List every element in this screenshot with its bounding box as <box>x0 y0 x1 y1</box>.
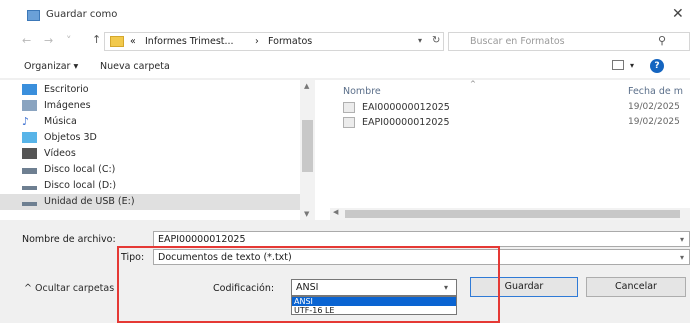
usb-drive-icon <box>22 202 37 206</box>
save-button[interactable]: Guardar <box>470 277 578 297</box>
breadcrumb-informes[interactable]: Informes Trimest... <box>145 36 234 47</box>
sidebar-item-videos[interactable]: Vídeos <box>0 146 300 162</box>
scroll-up-icon[interactable]: ▲ <box>304 82 309 90</box>
view-options-icon[interactable] <box>612 60 624 70</box>
column-header-date[interactable]: Fecha de m <box>628 86 683 97</box>
sidebar-item-label: Disco local (C:) <box>44 164 116 175</box>
search-icon[interactable]: ⚲ <box>658 34 666 47</box>
sidebar-item-label: Escritorio <box>44 84 89 95</box>
address-chevron-icon[interactable]: ▾ <box>418 36 422 45</box>
sidebar-item-label: Disco local (D:) <box>44 180 117 191</box>
sidebar-item-desktop[interactable]: Escritorio <box>0 82 300 98</box>
sidebar-item-music[interactable]: ♪ Música <box>0 114 300 130</box>
filename-chevron-icon[interactable]: ▾ <box>680 235 684 244</box>
scroll-down-icon[interactable]: ▼ <box>304 210 309 218</box>
encoding-option-ansi[interactable]: ANSI <box>292 297 456 306</box>
organize-button[interactable]: Organizar ▾ <box>24 61 78 72</box>
sidebar-item-label: Música <box>44 116 77 127</box>
file-type-chevron-icon[interactable]: ▾ <box>680 253 684 262</box>
new-folder-button[interactable]: Nueva carpeta <box>100 61 170 72</box>
file-list-hscrollbar-thumb[interactable] <box>345 210 680 218</box>
sort-ascending-icon: ^ <box>470 80 476 88</box>
up-arrow-icon[interactable]: ↑ <box>92 33 101 46</box>
file-date: 19/02/2025 <box>628 102 680 112</box>
sidebar-item-drive-c[interactable]: Disco local (C:) <box>0 162 300 178</box>
recent-chevron-icon[interactable]: ˅ <box>66 34 72 47</box>
save-dialog-icon <box>27 10 40 21</box>
sidebar-item-label: Vídeos <box>44 148 76 159</box>
encoding-chevron-icon[interactable]: ▾ <box>444 283 448 292</box>
window-title: Guardar como <box>46 9 118 20</box>
column-header-name[interactable]: Nombre <box>343 86 381 97</box>
filename-input[interactable]: EAPI00000012025 <box>153 231 690 247</box>
hide-folders-button[interactable]: ^ Ocultar carpetas <box>24 283 114 294</box>
filename-label: Nombre de archivo: <box>22 234 116 245</box>
file-name[interactable]: EAPI00000012025 <box>362 117 450 128</box>
sidebar-item-pictures[interactable]: Imágenes <box>0 98 300 114</box>
search-placeholder: Buscar en Formatos <box>470 36 565 47</box>
encoding-option-utf16le[interactable]: UTF-16 LE <box>292 306 456 315</box>
forward-arrow-icon[interactable]: → <box>44 34 53 47</box>
file-type-select[interactable]: Documentos de texto (*.txt) <box>153 249 690 265</box>
drive-c-icon <box>22 168 37 174</box>
help-icon[interactable]: ? <box>650 59 664 73</box>
hide-folders-label: Ocultar carpetas <box>35 283 115 294</box>
refresh-icon[interactable]: ↻ <box>432 35 440 46</box>
encoding-label: Codificación: <box>213 283 275 294</box>
sidebar-item-usb-drive[interactable]: Unidad de USB (E:) <box>0 194 300 210</box>
desktop-icon <box>22 84 37 95</box>
breadcrumb-formatos[interactable]: Formatos <box>268 36 312 47</box>
music-icon: ♪ <box>22 115 30 128</box>
text-file-icon <box>343 102 355 113</box>
chevron-up-icon: ^ <box>24 283 32 294</box>
back-arrow-icon[interactable]: ← <box>22 34 31 47</box>
pictures-icon <box>22 100 37 111</box>
view-chevron-icon[interactable]: ▾ <box>630 61 634 70</box>
sidebar-item-label: Objetos 3D <box>44 132 97 143</box>
sidebar-item-3d-objects[interactable]: Objetos 3D <box>0 130 300 146</box>
sidebar-item-drive-d[interactable]: Disco local (D:) <box>0 178 300 194</box>
sidebar-item-label: Imágenes <box>44 100 91 111</box>
cancel-button[interactable]: Cancelar <box>586 277 686 297</box>
drive-d-icon <box>22 186 37 190</box>
scroll-left-icon[interactable]: ◀ <box>333 208 338 216</box>
close-icon[interactable]: ✕ <box>672 6 684 22</box>
videos-icon <box>22 148 37 159</box>
file-name[interactable]: EAI000000012025 <box>362 102 450 113</box>
objects-3d-icon <box>22 132 37 143</box>
breadcrumb-separator: › <box>255 36 259 47</box>
file-date: 19/02/2025 <box>628 117 680 127</box>
file-type-label: Tipo: <box>121 252 145 263</box>
file-list-pane <box>315 80 690 220</box>
encoding-select[interactable]: ANSI <box>291 279 457 296</box>
breadcrumb-overflow[interactable]: « <box>130 36 136 47</box>
text-file-icon <box>343 117 355 128</box>
sidebar-item-label: Unidad de USB (E:) <box>44 196 135 207</box>
folder-icon <box>110 36 124 47</box>
navigation-scrollbar-thumb[interactable] <box>302 120 313 172</box>
